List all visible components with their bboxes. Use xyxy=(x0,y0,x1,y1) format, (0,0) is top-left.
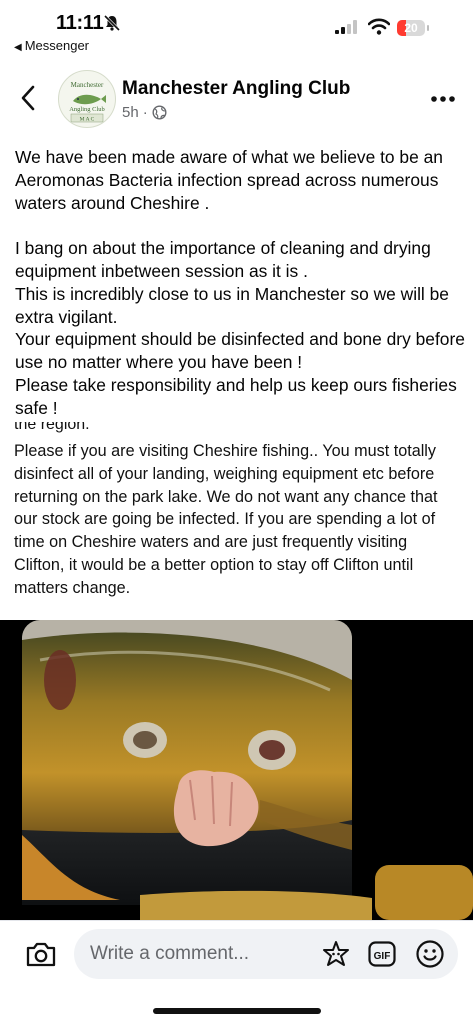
screenshot-cut-line: the region. xyxy=(14,422,90,433)
battery-indicator: 20 xyxy=(397,20,431,36)
more-icon[interactable] xyxy=(430,95,456,103)
status-bar: 11:11 ◀ Messenger 20 xyxy=(0,0,473,56)
comment-input[interactable]: Write a comment... GIF xyxy=(74,929,458,979)
page-name[interactable]: Manchester Angling Club xyxy=(122,78,350,100)
svg-text:GIF: GIF xyxy=(374,951,391,962)
screenshot-text-image[interactable]: the region. Please if you are visiting C… xyxy=(0,422,473,618)
screenshot-body-text: Please if you are visiting Cheshire fish… xyxy=(14,442,443,597)
wifi-icon xyxy=(368,18,390,35)
globe-icon xyxy=(152,105,167,120)
club-logo: Manchester Angling Club M A C xyxy=(60,72,114,126)
battery-percent: 20 xyxy=(404,21,418,35)
status-time: 11:11 xyxy=(56,12,104,34)
caption-paragraph-1: We have been made aware of what we belie… xyxy=(15,147,447,213)
camera-icon[interactable] xyxy=(25,939,57,969)
caption-paragraph-2: I bang on about the importance of cleani… xyxy=(15,238,465,418)
fish-photo-graphic xyxy=(0,620,473,920)
svg-text:M A C: M A C xyxy=(80,117,95,123)
smile-icon[interactable] xyxy=(415,939,445,969)
post-timestamp[interactable]: 5h xyxy=(122,104,139,121)
meta-dot: · xyxy=(142,104,148,121)
comment-composer: Write a comment... GIF xyxy=(0,920,473,1025)
chevron-left-icon[interactable] xyxy=(18,84,38,112)
back-app-label: Messenger xyxy=(24,38,90,53)
comment-placeholder: Write a comment... xyxy=(90,943,250,964)
post-caption: We have been made aware of what we belie… xyxy=(15,146,465,420)
gif-icon-graphic: GIF xyxy=(368,941,396,967)
post-meta: 5h · xyxy=(122,104,167,121)
fish-lesion-photo[interactable] xyxy=(0,620,473,920)
cellular-signal-icon xyxy=(335,20,357,34)
page-avatar[interactable]: Manchester Angling Club M A C xyxy=(58,70,116,128)
post-header: Manchester Angling Club M A C Manchester… xyxy=(0,62,473,132)
bell-muted-icon xyxy=(103,14,121,32)
home-indicator[interactable] xyxy=(153,1008,321,1014)
svg-text:Manchester: Manchester xyxy=(71,81,104,89)
gif-icon[interactable]: GIF xyxy=(368,941,396,967)
back-triangle-icon: ◀ xyxy=(14,42,22,53)
battery-nub xyxy=(427,25,429,31)
avatar-sticker-icon[interactable] xyxy=(320,939,352,971)
back-to-messenger-link[interactable]: ◀ Messenger xyxy=(14,38,89,53)
svg-text:Angling Club: Angling Club xyxy=(69,106,105,113)
